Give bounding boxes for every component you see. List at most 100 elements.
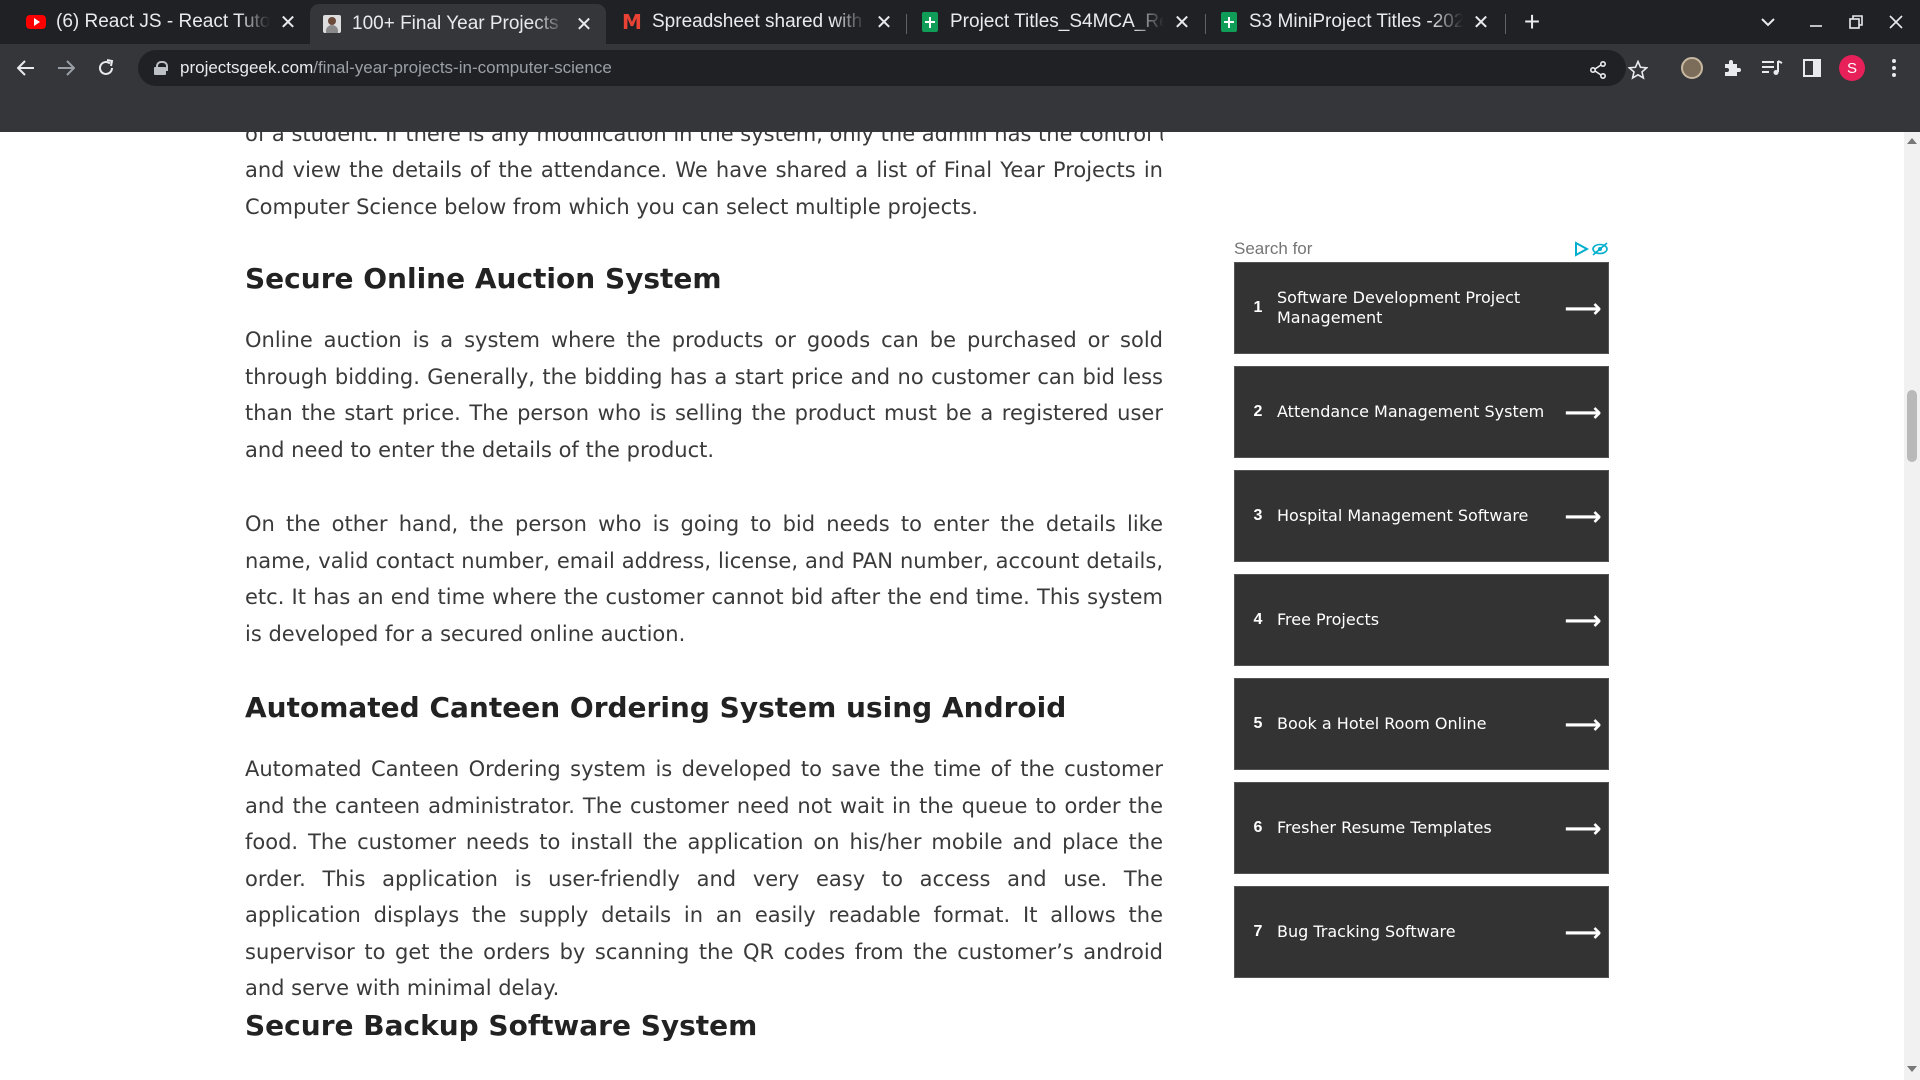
more-vert-icon bbox=[1892, 59, 1896, 77]
url-path: /final-year-projects-in-computer-science bbox=[313, 58, 612, 77]
profile-initial: S bbox=[1839, 55, 1865, 81]
ad-item-text: Free Projects bbox=[1277, 610, 1380, 629]
extension-avatar-icon[interactable] bbox=[1678, 54, 1706, 82]
chevron-down-icon bbox=[1761, 18, 1775, 27]
restore-button[interactable] bbox=[1842, 8, 1870, 36]
url-host: projectsgeek.com bbox=[180, 58, 314, 77]
ad-item-number: 1 bbox=[1253, 299, 1263, 316]
arrow-left-icon bbox=[17, 60, 34, 76]
forward-button[interactable] bbox=[50, 52, 82, 84]
browser-menu-button[interactable] bbox=[1880, 54, 1908, 82]
ad-item-number: 7 bbox=[1253, 923, 1263, 940]
tab-strip: (6) React JS - React Tutori ✕ 100+ Final… bbox=[0, 0, 1920, 44]
tab-title: 100+ Final Year Projects in bbox=[352, 13, 566, 34]
article-paragraph: Automated Canteen Ordering system is dev… bbox=[245, 757, 1163, 1000]
tab-separator bbox=[1505, 14, 1506, 34]
tab-youtube[interactable]: (6) React JS - React Tutori ✕ bbox=[14, 6, 310, 38]
ad-item-number: 2 bbox=[1253, 403, 1263, 420]
address-bar[interactable]: projectsgeek.com/final-year-projects-in-… bbox=[138, 50, 1648, 86]
search-ad-unit: Search for 1 Software Development Projec… bbox=[1234, 236, 1609, 978]
back-button[interactable] bbox=[10, 52, 42, 84]
tab-title: Spreadsheet shared with bbox=[652, 11, 863, 32]
adchoices-icon[interactable] bbox=[1573, 241, 1609, 257]
arrow-right-icon: ⟶ bbox=[1564, 500, 1602, 531]
close-icon[interactable]: ✕ bbox=[1172, 10, 1192, 35]
article-paragraph: On the other hand, the person who is goi… bbox=[245, 512, 1163, 646]
arrow-right-icon bbox=[58, 60, 75, 76]
ad-label: Search for bbox=[1234, 239, 1313, 258]
gmail-icon: M bbox=[622, 10, 642, 34]
tab-gmail[interactable]: M Spreadsheet shared with ✕ bbox=[610, 6, 906, 38]
new-tab-button[interactable]: + bbox=[1518, 6, 1546, 37]
section-heading: Secure Online Auction System bbox=[245, 262, 722, 295]
ad-item-text: Fresher Resume Templates bbox=[1277, 818, 1492, 837]
close-icon[interactable]: ✕ bbox=[1471, 10, 1491, 35]
side-panel-icon[interactable] bbox=[1798, 54, 1826, 82]
tab-projectsgeek[interactable]: 100+ Final Year Projects in ✕ bbox=[310, 4, 606, 44]
ad-item-text: Book a Hotel Room Online bbox=[1277, 714, 1487, 733]
projectsgeek-icon bbox=[322, 14, 342, 34]
close-icon bbox=[1889, 15, 1903, 29]
sheets-icon bbox=[920, 12, 940, 32]
ad-item-number: 4 bbox=[1253, 611, 1263, 628]
article-paragraph: and view the details of the attendance. … bbox=[245, 158, 1163, 219]
bookmark-star-icon[interactable] bbox=[1626, 58, 1650, 82]
arrow-right-icon: ⟶ bbox=[1564, 812, 1602, 843]
close-icon[interactable]: ✕ bbox=[574, 12, 594, 37]
tab-separator bbox=[1205, 14, 1206, 34]
close-icon[interactable]: ✕ bbox=[278, 10, 298, 35]
restore-icon bbox=[1849, 15, 1863, 29]
tab-title: Project Titles_S4MCA_Re bbox=[950, 11, 1164, 32]
ad-item-text: Attendance Management System bbox=[1277, 402, 1545, 421]
profile-avatar[interactable]: S bbox=[1838, 54, 1866, 82]
ad-link-item[interactable]: 7 Bug Tracking Software ⟶ bbox=[1234, 886, 1609, 978]
youtube-icon bbox=[26, 12, 46, 32]
close-window-button[interactable] bbox=[1882, 8, 1910, 36]
minimize-button[interactable] bbox=[1802, 8, 1830, 36]
arrow-right-icon: ⟶ bbox=[1564, 708, 1602, 739]
tab-sheets-s4mca[interactable]: Project Titles_S4MCA_Re ✕ bbox=[908, 6, 1204, 38]
arrow-right-icon: ⟶ bbox=[1564, 396, 1602, 427]
section-heading: Automated Canteen Ordering System using … bbox=[245, 691, 1067, 724]
lock-icon[interactable] bbox=[154, 61, 168, 75]
ad-item-number: 5 bbox=[1253, 715, 1263, 732]
ad-header: Search for bbox=[1234, 236, 1609, 262]
page-viewport: of a student. If there is any modificati… bbox=[0, 132, 1904, 1080]
scroll-up-arrow-icon[interactable] bbox=[1907, 138, 1917, 144]
extensions-puzzle-icon[interactable] bbox=[1718, 54, 1746, 82]
ad-item-text: Software Development Project Management bbox=[1277, 288, 1521, 327]
scroll-down-arrow-icon[interactable] bbox=[1907, 1066, 1917, 1072]
tab-search-button[interactable] bbox=[1754, 8, 1782, 36]
reload-icon bbox=[99, 59, 114, 75]
close-icon[interactable]: ✕ bbox=[874, 10, 894, 35]
ad-link-item[interactable]: 3 Hospital Management Software ⟶ bbox=[1234, 470, 1609, 562]
ad-link-item[interactable]: 1 Software Development Project Managemen… bbox=[1234, 262, 1609, 354]
arrow-right-icon: ⟶ bbox=[1564, 604, 1602, 635]
arrow-right-icon: ⟶ bbox=[1564, 292, 1602, 323]
minimize-icon bbox=[1810, 25, 1822, 27]
share-icon[interactable] bbox=[1586, 58, 1610, 82]
article-paragraph-cut: of a student. If there is any modificati… bbox=[245, 132, 1163, 146]
ad-item-text: Bug Tracking Software bbox=[1277, 922, 1456, 941]
media-queue-icon[interactable] bbox=[1758, 54, 1786, 82]
tab-sheets-s3[interactable]: S3 MiniProject Titles -202 ✕ bbox=[1207, 6, 1503, 38]
ad-item-text: Hospital Management Software bbox=[1277, 506, 1529, 525]
section-heading: Secure Backup Software System bbox=[245, 1009, 758, 1042]
arrow-right-icon: ⟶ bbox=[1564, 916, 1602, 947]
page-scrollbar[interactable] bbox=[1904, 132, 1920, 1080]
ad-link-item[interactable]: 5 Book a Hotel Room Online ⟶ bbox=[1234, 678, 1609, 770]
article-paragraph: Online auction is a system where the pro… bbox=[245, 328, 1163, 462]
tab-separator bbox=[906, 14, 907, 34]
scrollbar-thumb[interactable] bbox=[1907, 390, 1917, 462]
browser-toolbar: projectsgeek.com/final-year-projects-in-… bbox=[0, 44, 1920, 92]
tab-title: S3 MiniProject Titles -202 bbox=[1249, 11, 1463, 32]
ad-link-item[interactable]: 4 Free Projects ⟶ bbox=[1234, 574, 1609, 666]
sheets-icon bbox=[1219, 12, 1239, 32]
tab-title: (6) React JS - React Tutori bbox=[56, 11, 270, 32]
ad-link-item[interactable]: 2 Attendance Management System ⟶ bbox=[1234, 366, 1609, 458]
bookmarks-bar bbox=[0, 92, 1920, 132]
ad-link-item[interactable]: 6 Fresher Resume Templates ⟶ bbox=[1234, 782, 1609, 874]
reload-button[interactable] bbox=[90, 52, 122, 84]
ad-item-number: 3 bbox=[1253, 507, 1263, 524]
ad-item-number: 6 bbox=[1253, 819, 1263, 836]
